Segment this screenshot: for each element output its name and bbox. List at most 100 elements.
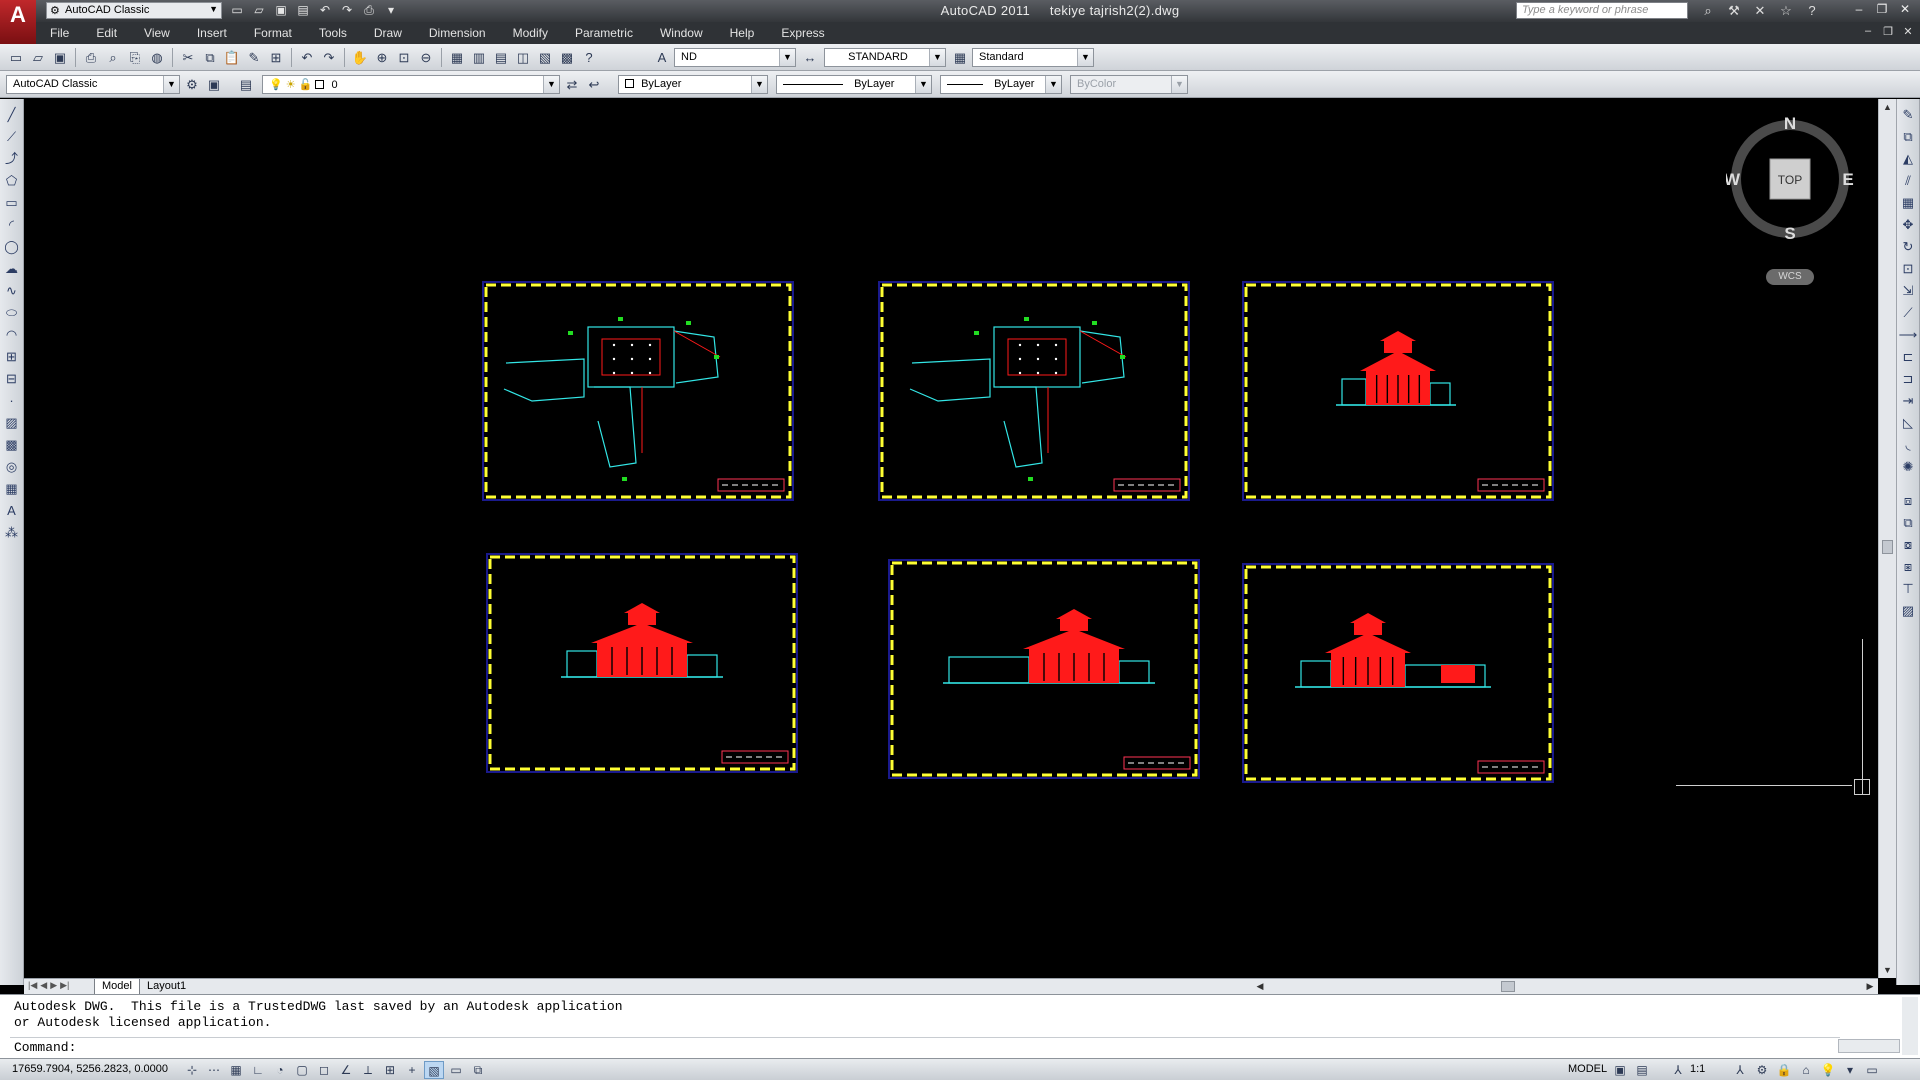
menu-help[interactable]: Help (730, 26, 755, 40)
dynamic-input-icon[interactable]: ⊞ (380, 1061, 400, 1079)
transparency-icon[interactable]: ▧ (424, 1061, 444, 1079)
minimize-icon[interactable]: – (1848, 1, 1870, 17)
3d-object-snap-icon[interactable]: ◻ (314, 1061, 334, 1079)
scale-icon[interactable]: ⊡ (1898, 259, 1918, 279)
multiline-text-icon[interactable]: A (2, 501, 22, 521)
toolbar-lock-icon[interactable]: 🔒 (1774, 1061, 1794, 1079)
binoculars-icon[interactable]: ⌕ (1698, 2, 1718, 19)
menu-express[interactable]: Express (781, 26, 824, 40)
menu-window[interactable]: Window (660, 26, 703, 40)
quick-view-layouts-icon[interactable]: ▣ (1610, 1061, 1630, 1079)
selection-cycling-icon[interactable]: ⧉ (468, 1061, 488, 1079)
extend-icon[interactable]: ⟶ (1898, 325, 1918, 345)
add-selected-icon[interactable]: ⁂ (2, 523, 22, 543)
menu-draw[interactable]: Draw (374, 26, 402, 40)
design-center-icon[interactable]: ▥ (469, 48, 489, 67)
menu-file[interactable]: File (50, 26, 69, 40)
quick-view-drawings-icon[interactable]: ▤ (1632, 1061, 1652, 1079)
mirror-icon[interactable]: ◭ (1898, 149, 1918, 169)
publish-icon[interactable]: ⎘ (125, 48, 145, 67)
menu-modify[interactable]: Modify (513, 26, 548, 40)
first-tab-icon[interactable]: |◀ (28, 980, 37, 991)
copy-object-icon[interactable]: ⧉ (1898, 127, 1918, 147)
chamfer-icon[interactable]: ◺ (1898, 413, 1918, 433)
3d-dwf-icon[interactable]: ◍ (147, 48, 167, 67)
application-menu-button[interactable]: A (0, 0, 36, 44)
layer-previous-icon[interactable]: ↩ (584, 75, 604, 94)
compass-east[interactable]: E (1842, 170, 1853, 189)
undo-icon[interactable]: ↶ (297, 48, 317, 67)
offset-icon[interactable]: ⫽ (1898, 171, 1918, 191)
scroll-left-icon[interactable]: ◀ (1252, 979, 1268, 994)
hardware-acceleration-icon[interactable]: ⌂ (1796, 1061, 1816, 1079)
copy-icon[interactable]: ⧉ (200, 48, 220, 67)
fillet-icon[interactable]: ◟ (1898, 435, 1918, 455)
snap-mode-icon[interactable]: ⋯ (204, 1061, 224, 1079)
bring-above-icon[interactable]: ⧆ (1898, 557, 1918, 577)
status-menu-icon[interactable]: ▾ (1840, 1061, 1860, 1079)
ellipse-icon[interactable]: ⬭ (2, 303, 22, 323)
quick-properties-icon[interactable]: ▭ (446, 1061, 466, 1079)
ucs-menu[interactable]: WCS (1766, 269, 1814, 285)
text-style-select[interactable]: ND ▼ (674, 48, 796, 67)
menu-format[interactable]: Format (254, 26, 292, 40)
construction-line-icon[interactable]: ⟋ (2, 127, 22, 147)
next-tab-icon[interactable]: ▶ (50, 980, 57, 991)
close-icon[interactable]: ✕ (1894, 1, 1916, 17)
redo-icon[interactable]: ↷ (319, 48, 339, 67)
help-icon[interactable]: ? (579, 48, 599, 67)
line-icon[interactable]: ╱ (2, 105, 22, 125)
favorites-icon[interactable]: ☆ (1776, 2, 1796, 19)
menu-dimension[interactable]: Dimension (429, 26, 486, 40)
command-line[interactable]: Autodesk DWG. This file is a TrustedDWG … (0, 994, 1920, 1058)
block-editor-icon[interactable]: ⊞ (266, 48, 286, 67)
menu-view[interactable]: View (144, 26, 170, 40)
region-icon[interactable]: ◎ (2, 457, 22, 477)
arc-icon[interactable]: ◜ (2, 215, 22, 235)
linetype-select[interactable]: ByLayer ▼ (776, 75, 932, 94)
scroll-right-icon[interactable]: ▶ (1862, 979, 1878, 994)
menu-edit[interactable]: Edit (96, 26, 117, 40)
last-tab-icon[interactable]: ▶| (60, 980, 69, 991)
annotation-visibility-icon[interactable]: ⅄ (1730, 1061, 1750, 1079)
object-snap-tracking-icon[interactable]: ∠ (336, 1061, 356, 1079)
plot-icon[interactable]: ⎙ (81, 48, 101, 67)
rectangle-icon[interactable]: ▭ (2, 193, 22, 213)
object-snap-icon[interactable]: ▢ (292, 1061, 312, 1079)
tab-layout1[interactable]: Layout1 (140, 979, 193, 995)
vertical-scrollbar[interactable]: ▲ ▼ (1878, 99, 1896, 978)
compass-south[interactable]: S (1784, 224, 1795, 243)
stretch-icon[interactable]: ⇲ (1898, 281, 1918, 301)
properties-icon[interactable]: ▦ (447, 48, 467, 67)
workspace-select[interactable]: AutoCAD Classic ▼ (6, 75, 180, 94)
annotation-scale[interactable]: 1:1 (1690, 1063, 1705, 1075)
scroll-down-icon[interactable]: ▼ (1879, 962, 1896, 978)
communication-icon[interactable]: ✕ (1750, 2, 1770, 19)
tool-palettes-icon[interactable]: ▤ (491, 48, 511, 67)
zoom-previous-icon[interactable]: ⊖ (416, 48, 436, 67)
table-icon[interactable]: ▦ (2, 479, 22, 499)
subscription-icon[interactable]: ⚒ (1724, 2, 1744, 19)
markup-icon[interactable]: ▧ (535, 48, 555, 67)
command-vertical-scroll[interactable] (1902, 997, 1918, 1055)
coordinate-readout[interactable]: 17659.7904, 5256.2823, 0.0000 (12, 1063, 168, 1075)
restore-icon[interactable]: ❐ (1871, 1, 1893, 17)
scroll-up-icon[interactable]: ▲ (1879, 99, 1896, 115)
allow-ucs-icon[interactable]: ⟂ (358, 1061, 378, 1079)
ortho-mode-icon[interactable]: ∟ (248, 1061, 268, 1079)
viewcube[interactable]: TOP N S E W (1726, 115, 1854, 243)
circle-icon[interactable]: ◯ (2, 237, 22, 257)
bring-front-icon[interactable]: ⧉ (1898, 513, 1918, 533)
make-block-icon[interactable]: ⊟ (2, 369, 22, 389)
help-icon[interactable]: ? (1802, 2, 1822, 19)
drawing-canvas[interactable]: TOP N S E W WCS (24, 99, 1878, 978)
isolate-objects-icon[interactable]: 💡 (1818, 1061, 1838, 1079)
send-back-icon[interactable]: ⧇ (1898, 535, 1918, 555)
infer-constraints-icon[interactable]: ⊹ (182, 1061, 202, 1079)
revision-cloud-icon[interactable]: ☁ (2, 259, 22, 279)
scroll-thumb[interactable] (1882, 540, 1893, 554)
doc-minimize-icon[interactable]: – (1860, 25, 1876, 38)
grid-display-icon[interactable]: ▦ (226, 1061, 246, 1079)
join-icon[interactable]: ⇥ (1898, 391, 1918, 411)
prev-tab-icon[interactable]: ◀ (40, 980, 47, 991)
